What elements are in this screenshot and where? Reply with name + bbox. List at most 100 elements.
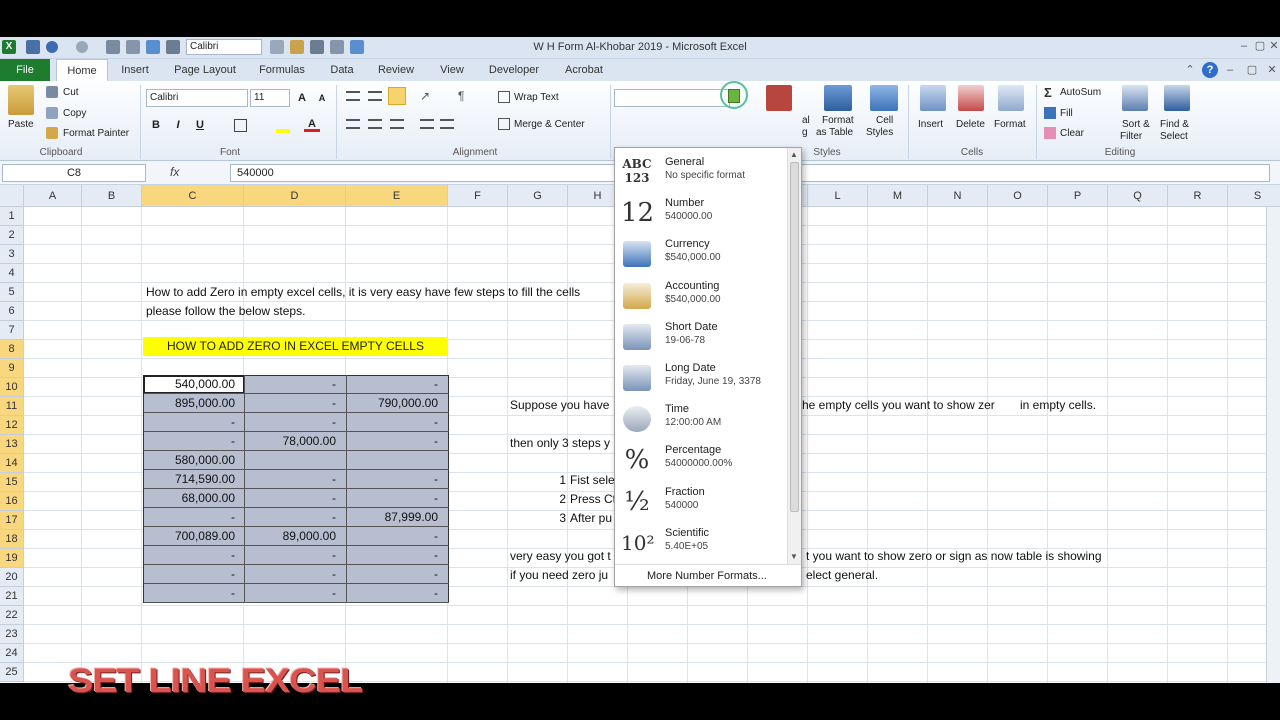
number-format-option-percentage[interactable]: % Percentage 54000000.00% (615, 440, 787, 481)
cell-g18[interactable]: if you need zero ju (510, 566, 608, 585)
row-header[interactable]: 15 (0, 473, 24, 492)
table-cell[interactable]: 89,000.00 (245, 527, 346, 546)
tab-file[interactable]: File (0, 59, 50, 81)
tab-data[interactable]: Data (322, 59, 362, 81)
row-header[interactable]: 17 (0, 511, 24, 530)
number-format-option-accounting[interactable]: Accounting $540,000.00 (615, 276, 787, 317)
cell-g9[interactable]: Suppose you have (510, 396, 609, 415)
table-cell[interactable]: 68,000.00 (144, 489, 245, 508)
table-cell[interactable]: 540,000.00 (144, 375, 245, 394)
doc-restore-icon[interactable]: ▢ (1244, 63, 1260, 77)
row-header[interactable]: 7 (0, 321, 24, 340)
column-header[interactable]: E (346, 185, 448, 207)
paste-button[interactable]: Paste (8, 119, 34, 130)
autosum-icon[interactable]: Σ (1044, 85, 1052, 100)
tab-review[interactable]: Review (370, 59, 422, 81)
scroll-down-icon[interactable]: ▼ (790, 552, 799, 561)
format-as-table-button[interactable]: Format (822, 115, 854, 126)
table-cell[interactable]: - (347, 375, 448, 394)
format-painter-icon[interactable] (46, 127, 58, 139)
column-header[interactable]: L (808, 185, 868, 207)
font-size-combo[interactable]: 11 (250, 89, 290, 107)
row-header[interactable]: 25 (0, 663, 24, 682)
shrink-font-icon[interactable]: A (314, 90, 330, 106)
fill-button[interactable]: Fill (1060, 108, 1073, 119)
table-cell[interactable]: - (245, 413, 346, 432)
middle-align-icon[interactable] (368, 91, 382, 101)
table-cell[interactable]: - (347, 413, 448, 432)
bold-button[interactable]: B (148, 117, 164, 133)
minimize-icon[interactable]: – (1236, 39, 1252, 53)
table-cell[interactable]: 714,590.00 (144, 470, 245, 489)
minimize-ribbon-icon[interactable]: ⌃ (1182, 63, 1198, 77)
column-header[interactable]: O (988, 185, 1048, 207)
sort-filter-button-2[interactable]: Filter (1120, 131, 1142, 142)
autosum-button[interactable]: AutoSum (1060, 87, 1101, 98)
table-cell[interactable]: - (245, 394, 346, 413)
clear-icon[interactable] (1044, 127, 1056, 139)
row-header[interactable]: 5 (0, 283, 24, 302)
fill-color-icon[interactable] (276, 117, 290, 133)
table-cell[interactable]: - (245, 508, 346, 527)
tab-home[interactable]: Home (56, 59, 108, 82)
copy-icon[interactable] (46, 107, 58, 119)
format-cells-button[interactable]: Format (994, 119, 1026, 130)
row-header[interactable]: 18 (0, 530, 24, 549)
column-header[interactable]: R (1168, 185, 1228, 207)
help-icon[interactable]: ? (1202, 62, 1218, 78)
font-name-combo[interactable]: Calibri (146, 89, 248, 107)
sort-filter-button[interactable]: Sort & (1122, 119, 1150, 130)
row-header[interactable]: 22 (0, 606, 24, 625)
table-cell[interactable]: - (144, 584, 245, 603)
table-cell[interactable]: - (347, 584, 448, 603)
row-header[interactable]: 11 (0, 397, 24, 416)
row-header[interactable]: 21 (0, 587, 24, 606)
row-header[interactable]: 23 (0, 625, 24, 644)
tab-developer[interactable]: Developer (484, 59, 544, 81)
increase-indent-icon[interactable] (440, 119, 454, 129)
number-format-option-fraction[interactable]: ½ Fraction 540000 (615, 482, 787, 523)
paste-icon[interactable] (8, 85, 34, 115)
tab-view[interactable]: View (432, 59, 472, 81)
table-cell[interactable]: - (245, 584, 346, 603)
close-icon[interactable]: ✕ (1266, 39, 1280, 53)
row-header[interactable]: 8 (0, 340, 24, 359)
row-header[interactable]: 3 (0, 245, 24, 264)
name-box[interactable]: C8 (2, 164, 146, 182)
row-header[interactable]: 10 (0, 378, 24, 397)
tab-acrobat[interactable]: Acrobat (558, 59, 610, 81)
number-format-option-number[interactable]: 12 Number 540000.00 (615, 193, 787, 234)
table-cell[interactable]: - (347, 546, 448, 565)
dropdown-scrollbar[interactable]: ▲ ▼ (787, 148, 801, 564)
cell-styles-icon[interactable] (870, 85, 898, 111)
table-cell[interactable]: - (347, 470, 448, 489)
insert-function-icon[interactable]: fx (170, 165, 179, 179)
conditional-formatting-icon[interactable] (766, 85, 792, 111)
cell-styles-button-2[interactable]: Styles (866, 127, 893, 138)
row-header[interactable]: 13 (0, 435, 24, 454)
cell-c3[interactable]: How to add Zero in empty excel cells, it… (146, 283, 580, 302)
doc-minimize-icon[interactable]: – (1222, 63, 1238, 77)
cut-button[interactable]: Cut (63, 87, 79, 98)
cell-l17[interactable]: t you want to show zero or sign as now t… (806, 547, 1102, 566)
conditional-formatting-label[interactable]: al (802, 115, 810, 126)
cell-c4[interactable]: please follow the below steps. (146, 302, 305, 321)
column-header[interactable]: G (508, 185, 568, 207)
wrap-text-button[interactable]: Wrap Text (514, 92, 559, 103)
column-header[interactable]: P (1048, 185, 1108, 207)
number-format-option-long-date[interactable]: Long Date Friday, June 19, 3378 (615, 358, 787, 399)
number-format-option-short-date[interactable]: Short Date 19-06-78 (615, 317, 787, 358)
column-header[interactable]: D (244, 185, 346, 207)
table-cell[interactable]: - (245, 546, 346, 565)
table-cell[interactable]: - (347, 565, 448, 584)
insert-cells-icon[interactable] (920, 85, 946, 111)
align-right-icon[interactable] (390, 119, 404, 129)
grow-font-icon[interactable]: A (294, 90, 310, 106)
table-cell[interactable]: - (245, 375, 346, 394)
conditional-formatting-label-2[interactable]: g (802, 127, 808, 138)
table-cell[interactable]: 700,089.00 (144, 527, 245, 546)
select-all-button[interactable] (0, 185, 24, 207)
table-cell[interactable] (245, 451, 346, 470)
number-format-option-time[interactable]: Time 12:00:00 AM (615, 399, 787, 440)
table-cell[interactable]: - (347, 489, 448, 508)
